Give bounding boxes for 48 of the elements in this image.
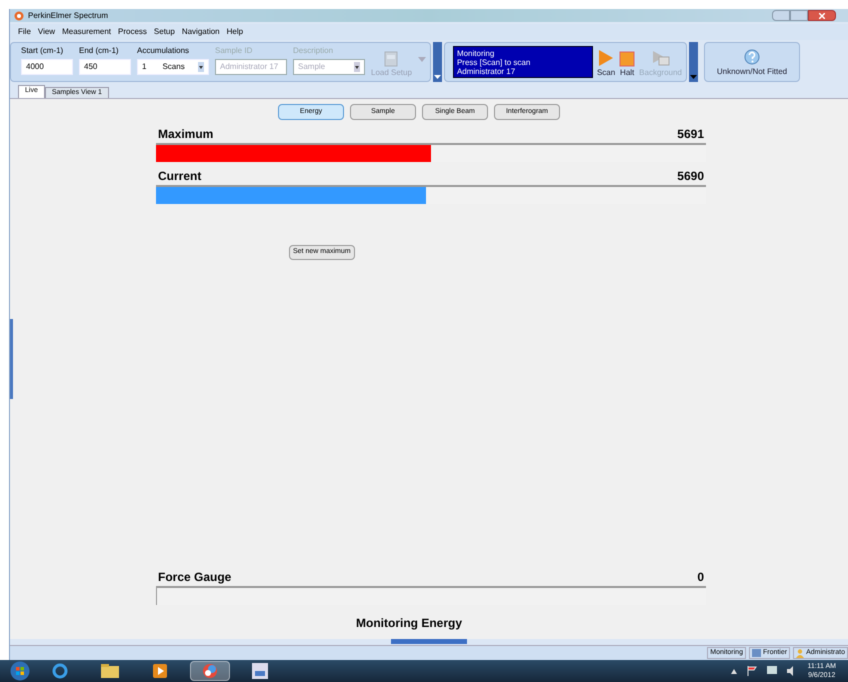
field-label: Sample ID: [215, 45, 254, 57]
play-icon: [153, 664, 167, 678]
menu-item[interactable]: Process: [118, 26, 147, 38]
status-caption: Monitoring Energy: [356, 615, 462, 632]
toolbar-button[interactable]: Halt: [619, 43, 636, 81]
menu-item[interactable]: Navigation: [182, 26, 220, 38]
field-label: Start (cm-1): [21, 45, 64, 57]
menu-item[interactable]: Help: [226, 26, 244, 38]
meter-reading: 5690: [677, 168, 704, 185]
app-logo-icon: [14, 10, 24, 20]
meter-reading: 0: [697, 569, 704, 586]
flag-icon[interactable]: [747, 666, 758, 676]
window-title: PerkinElmer Spectrum: [28, 10, 108, 22]
splitter-handle[interactable]: [10, 319, 13, 399]
folder-icon: [101, 664, 119, 678]
field-label: Description: [293, 45, 334, 57]
start-button[interactable]: [10, 661, 30, 681]
status-line: Press [Scan] to scan: [456, 58, 532, 66]
menu-item[interactable]: View: [38, 26, 56, 38]
meter-reading: 5691: [677, 126, 704, 143]
dropdown[interactable]: 1 Scans: [137, 59, 209, 75]
play-icon: [598, 49, 614, 67]
user-icon: [796, 648, 804, 658]
menu-item[interactable]: Setup: [154, 26, 175, 38]
document-icon: [252, 663, 268, 679]
status-line: Monitoring: [456, 48, 494, 58]
input-field[interactable]: 450: [79, 59, 131, 75]
menu-item[interactable]: Measurement: [62, 26, 112, 38]
show-hidden-icon[interactable]: [731, 668, 738, 674]
close-button[interactable]: [808, 10, 836, 21]
network-icon[interactable]: [767, 666, 778, 676]
toolbar-button[interactable]: Scan: [596, 43, 616, 81]
accessory-button[interactable]: Unknown/Not Fitted: [704, 42, 800, 82]
app-logo-icon: [202, 663, 218, 679]
status-line: Administrator 17: [456, 66, 516, 76]
meter-label: Force Gauge: [158, 569, 232, 586]
meter-label: Current: [158, 168, 202, 185]
splitter-handle[interactable]: [391, 639, 467, 644]
field-label: End (cm-1): [79, 45, 120, 57]
instrument-icon: [752, 649, 761, 657]
input-field[interactable]: 4000: [21, 59, 73, 75]
stop-icon: [619, 51, 636, 67]
caret-icon: [418, 57, 426, 63]
question-icon: [743, 48, 761, 66]
close-icon: [819, 12, 825, 18]
menu-item[interactable]: File: [18, 26, 31, 38]
meter-label: Maximum: [158, 126, 214, 143]
field-label: Accumulations: [137, 45, 190, 57]
